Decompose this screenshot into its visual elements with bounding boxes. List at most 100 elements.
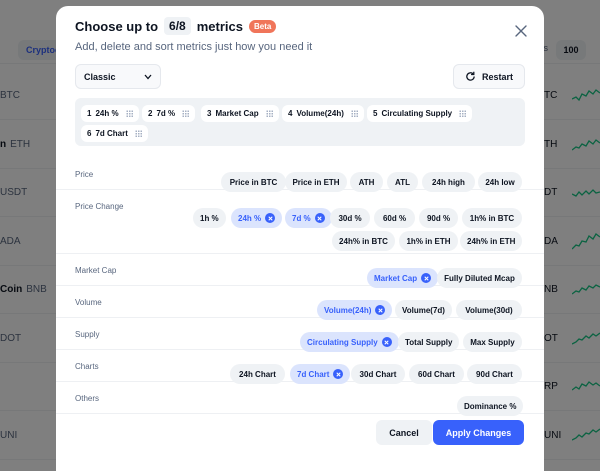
metric-chip[interactable]: ATH (350, 172, 383, 192)
drag-handle-icon[interactable] (125, 110, 133, 117)
metric-chip-label: 1h % (200, 213, 219, 223)
metric-chip[interactable]: Total Supply (398, 332, 460, 352)
metric-chip[interactable]: 1h% in ETH (399, 231, 458, 251)
metric-chip-label: 1h% in BTC (469, 213, 515, 223)
metric-chip-selected[interactable]: Market Cap (367, 268, 439, 288)
drag-handle-icon[interactable] (459, 110, 467, 117)
remove-icon[interactable] (375, 305, 386, 315)
remove-icon[interactable] (381, 337, 392, 347)
close-icon[interactable] (514, 24, 528, 38)
selected-metrics: 1 24h % 2 7d % 3 Market Cap 4 Volume(24h) 5 Circu… (75, 98, 525, 146)
metric-chip-label: 7d Chart (297, 369, 330, 379)
metric-chip[interactable]: Volume(30d) (456, 300, 522, 320)
metrics-count: 6/8 (164, 17, 191, 35)
selected-metric-chip[interactable]: 2 7d % (142, 105, 196, 122)
section-label: Charts (75, 362, 99, 371)
metric-chip[interactable]: 1h % (193, 208, 226, 228)
metric-chip-selected[interactable]: Volume(24h) (317, 300, 393, 320)
metric-chip[interactable]: Price in ETH (285, 172, 347, 192)
metric-order-number: 3 (207, 109, 212, 118)
restart-label: Restart (481, 71, 513, 82)
metric-label: Volume(24h) (296, 109, 344, 118)
drag-handle-icon[interactable] (265, 110, 273, 117)
metric-chip-label: Volume(30d) (465, 305, 513, 315)
metric-chip-selected[interactable]: 7d Chart (290, 364, 351, 384)
metric-chip[interactable]: 60d % (374, 208, 415, 228)
metric-chip[interactable]: Dominance % (457, 396, 524, 416)
restart-icon (466, 71, 475, 81)
metric-chip[interactable]: 90d Chart (467, 364, 522, 384)
remove-icon[interactable] (265, 213, 276, 223)
selected-metric-chip[interactable]: 3 Market Cap (201, 105, 279, 122)
selected-metric-chip[interactable]: 5 Circulating Supply (367, 105, 473, 122)
metric-chip[interactable]: 60d Chart (409, 364, 464, 384)
metric-chip-label: 60d % (382, 213, 407, 223)
metric-chip-label: Dominance % (464, 401, 517, 411)
metric-chip[interactable]: 24h% in BTC (332, 231, 395, 251)
metric-chip-label: 24h% in ETH (467, 236, 516, 246)
view-select-value: Classic (84, 71, 116, 82)
selected-metric-chip[interactable]: 4 Volume(24h) (282, 105, 364, 122)
section-label: Market Cap (75, 266, 117, 275)
modal-footer: Cancel Apply Changes (56, 414, 544, 454)
metric-chip-selected[interactable]: 24h % (231, 208, 283, 228)
drag-handle-icon[interactable] (182, 110, 190, 117)
metric-chip[interactable]: Max Supply (463, 332, 522, 352)
metric-chip-label: Volume(7d) (402, 305, 445, 315)
remove-icon[interactable] (314, 213, 325, 223)
metric-chip-label: 24h Chart (239, 369, 276, 379)
drag-handle-icon[interactable] (134, 130, 142, 137)
cancel-button[interactable]: Cancel (376, 420, 432, 445)
metric-chip[interactable]: Price in BTC (221, 172, 286, 192)
selected-metric-chip[interactable]: 1 24h % (81, 105, 139, 122)
metric-order-number: 4 (288, 109, 293, 118)
metric-section-price: Price Price in BTC Price in ETH ATH ATL 24h h… (56, 158, 544, 192)
metric-chip-selected[interactable]: Circulating Supply (300, 332, 399, 352)
metric-chip[interactable]: 24h Chart (230, 364, 285, 384)
remove-icon[interactable] (333, 369, 344, 379)
selected-metric-chip[interactable]: 6 7d Chart (81, 125, 148, 142)
metric-chip-label: Price in BTC (229, 177, 278, 187)
metric-chip[interactable]: 90d % (419, 208, 458, 228)
metric-chip[interactable]: 24h% in ETH (460, 231, 523, 251)
apply-changes-button[interactable]: Apply Changes (433, 420, 524, 445)
metric-chip-label: 24h% in BTC (339, 236, 388, 246)
metric-chip-label: 24h high (432, 177, 465, 187)
metric-label: Circulating Supply (381, 109, 453, 118)
metric-order-number: 2 (148, 109, 153, 118)
metric-chip-label: 30d Chart (359, 369, 397, 379)
view-select[interactable]: Classic (75, 64, 161, 89)
metric-section-volume: Volume Volume(24h) Volume(7d) Volume(30d) (56, 286, 544, 320)
title-prefix: Choose up to (75, 18, 159, 34)
metric-section-charts: Charts 24h Chart 7d Chart 30d Chart 60d Char… (56, 350, 544, 384)
metric-chip-label: Fully Diluted Mcap (444, 273, 515, 283)
metric-chip-label: 30d % (338, 213, 362, 223)
title-suffix: metrics (196, 18, 243, 34)
restart-button[interactable]: Restart (453, 64, 525, 89)
drag-handle-icon[interactable] (350, 110, 358, 117)
metric-chip-selected[interactable]: 7d % (285, 208, 332, 228)
metric-section-market-cap: Market Cap Market Cap Fully Diluted Mcap (56, 254, 544, 288)
metric-chip[interactable]: 24h low (478, 172, 522, 192)
metric-chip-label: Total Supply (405, 337, 453, 347)
metric-order-number: 6 (87, 129, 92, 138)
metric-chip[interactable]: 30d Chart (351, 364, 405, 384)
metric-order-number: 5 (373, 109, 378, 118)
modal-header: Choose up to 6/8 metrics Beta Add, delet… (75, 16, 525, 53)
metric-chip-label: Circulating Supply (307, 337, 378, 347)
remove-icon[interactable] (421, 273, 432, 283)
metric-label: Market Cap (215, 109, 259, 118)
metric-chip[interactable]: 1h% in BTC (462, 208, 522, 228)
metric-chip[interactable]: ATL (387, 172, 418, 192)
metric-chip-label: 24h % (238, 213, 262, 223)
metric-chip[interactable]: Fully Diluted Mcap (437, 268, 522, 288)
metric-chip[interactable]: 24h high (422, 172, 475, 192)
metric-chip-label: Price in ETH (292, 177, 340, 187)
metric-chip[interactable]: 30d % (330, 208, 370, 228)
metric-section-price-change: Price Change 1h % 24h % 7d % 30d % 60d % 90d %… (56, 190, 544, 254)
metric-chip[interactable]: Volume(7d) (395, 300, 452, 320)
section-label: Volume (75, 298, 102, 307)
metric-chip-label: 24h low (485, 177, 515, 187)
metric-chip-label: Market Cap (374, 273, 418, 283)
metric-chip-label: Volume(24h) (324, 305, 372, 315)
